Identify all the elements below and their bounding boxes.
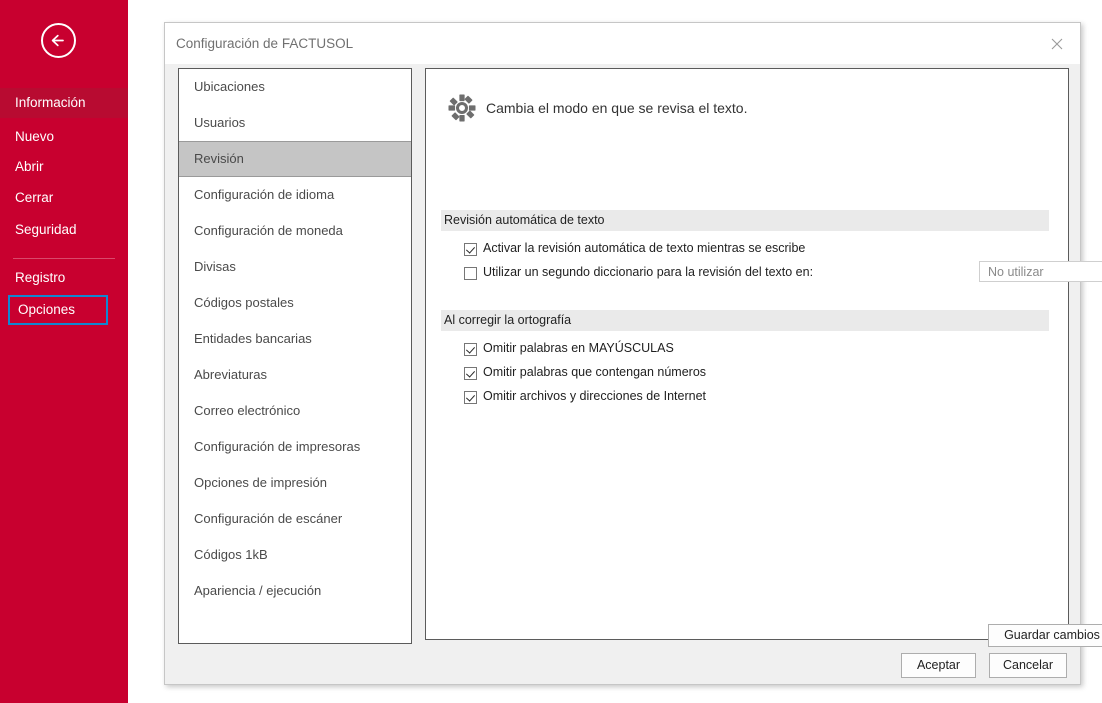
list-item-label: Configuración de escáner (194, 511, 343, 526)
content-headline: Cambia el modo en que se revisa el texto… (486, 100, 748, 116)
guardar-cambios-button[interactable]: Guardar cambios (988, 624, 1102, 647)
backstage-item-label: Cerrar (15, 190, 54, 205)
backstage-item-informacion[interactable]: Información (0, 88, 128, 118)
list-item-configuracion-de-moneda[interactable]: Configuración de moneda (179, 213, 411, 249)
section-header-al-corregir-ortografia: Al corregir la ortografía (441, 310, 1049, 331)
activar-revision-checkbox[interactable] (464, 243, 477, 256)
list-item-apariencia-ejecucion[interactable]: Apariencia / ejecución (179, 573, 411, 609)
segundo-diccionario-checkbox[interactable] (464, 267, 477, 280)
backstage-item-seguridad[interactable]: Seguridad (0, 215, 128, 245)
list-item-label: Entidades bancarias (194, 331, 312, 346)
list-item-label: Configuración de idioma (194, 187, 335, 202)
backstage-item-abrir[interactable]: Abrir (0, 152, 128, 182)
section-header-revision-automatica: Revisión automática de texto (441, 210, 1049, 231)
backstage-item-nuevo[interactable]: Nuevo (0, 122, 128, 152)
backstage-item-label: Seguridad (15, 222, 77, 237)
backstage-item-label: Abrir (15, 159, 44, 174)
omitir-numeros-label[interactable]: Omitir palabras que contengan números (483, 365, 706, 379)
list-item-correo-electronico[interactable]: Correo electrónico (179, 393, 411, 429)
dialog-cancelar-button[interactable]: Cancelar (989, 653, 1067, 678)
omitir-numeros-checkbox[interactable] (464, 367, 477, 380)
list-item-configuracion-de-escaner[interactable]: Configuración de escáner (179, 501, 411, 537)
list-item-ubicaciones[interactable]: Ubicaciones (179, 69, 411, 105)
list-item-abreviaturas[interactable]: Abreviaturas (179, 357, 411, 393)
list-item-codigos-1kb[interactable]: Códigos 1kB (179, 537, 411, 573)
configuration-dialog: Configuración de FACTUSOL Ubicaciones Us… (164, 22, 1102, 685)
list-item-label: Apariencia / ejecución (194, 583, 322, 598)
dictionary-select-value: No utilizar (988, 265, 1044, 279)
section-title: Revisión automática de texto (444, 213, 605, 227)
dictionary-select[interactable]: No utilizar (979, 261, 1102, 282)
list-item-label: Códigos 1kB (194, 547, 268, 562)
list-item-label: Opciones de impresión (194, 475, 327, 490)
back-arrow-icon (43, 25, 74, 56)
backstage-item-cerrar[interactable]: Cerrar (0, 183, 128, 213)
list-item-label: Correo electrónico (194, 403, 301, 418)
list-item-label: Divisas (194, 259, 236, 274)
dialog-titlebar: Configuración de FACTUSOL (165, 23, 1080, 64)
segundo-diccionario-label[interactable]: Utilizar un segundo diccionario para la … (483, 265, 813, 279)
backstage-item-label: Nuevo (15, 129, 55, 144)
omitir-internet-label[interactable]: Omitir archivos y direcciones de Interne… (483, 389, 706, 403)
list-item-entidades-bancarias[interactable]: Entidades bancarias (179, 321, 411, 357)
close-button[interactable] (1037, 28, 1077, 58)
list-item-label: Usuarios (194, 115, 246, 130)
list-item-divisas[interactable]: Divisas (179, 249, 411, 285)
backstage-item-label: Información (15, 95, 86, 110)
list-item-label: Configuración de moneda (194, 223, 343, 238)
list-item-label: Configuración de impresoras (194, 439, 361, 454)
list-item-label: Códigos postales (194, 295, 294, 310)
list-item-revision[interactable]: Revisión (179, 141, 411, 177)
back-arrow-button[interactable] (41, 23, 76, 58)
backstage-item-opciones[interactable]: Opciones (8, 295, 108, 325)
omitir-internet-checkbox[interactable] (464, 391, 477, 404)
omitir-mayusculas-label[interactable]: Omitir palabras en MAYÚSCULAS (483, 341, 674, 355)
backstage-divider (13, 258, 115, 259)
list-item-configuracion-de-idioma[interactable]: Configuración de idioma (179, 177, 411, 213)
backstage-item-label: Opciones (18, 302, 76, 317)
list-item-label: Ubicaciones (194, 79, 265, 94)
backstage-item-registro[interactable]: Registro (0, 263, 128, 293)
list-item-label: Abreviaturas (194, 367, 267, 382)
list-item-configuracion-de-impresoras[interactable]: Configuración de impresoras (179, 429, 411, 465)
list-item-opciones-de-impresion[interactable]: Opciones de impresión (179, 465, 411, 501)
section-title: Al corregir la ortografía (444, 313, 572, 327)
backstage-item-label: Registro (15, 270, 66, 285)
settings-content-panel: Cambia el modo en que se revisa el texto… (425, 68, 1102, 647)
omitir-mayusculas-checkbox[interactable] (464, 343, 477, 356)
backstage-sidebar: Información Nuevo Abrir Cerrar Seguridad… (0, 0, 128, 703)
list-item-label: Revisión (194, 151, 244, 166)
aceptar-button[interactable]: Aceptar (901, 653, 976, 678)
gear-icon (447, 93, 477, 126)
dialog-title: Configuración de FACTUSOL (176, 36, 354, 51)
list-item-usuarios[interactable]: Usuarios (179, 105, 411, 141)
category-list-panel: Ubicaciones Usuarios Revisión Configurac… (178, 68, 412, 644)
list-item-codigos-postales[interactable]: Códigos postales (179, 285, 411, 321)
activar-revision-label[interactable]: Activar la revisión automática de texto … (483, 241, 805, 255)
